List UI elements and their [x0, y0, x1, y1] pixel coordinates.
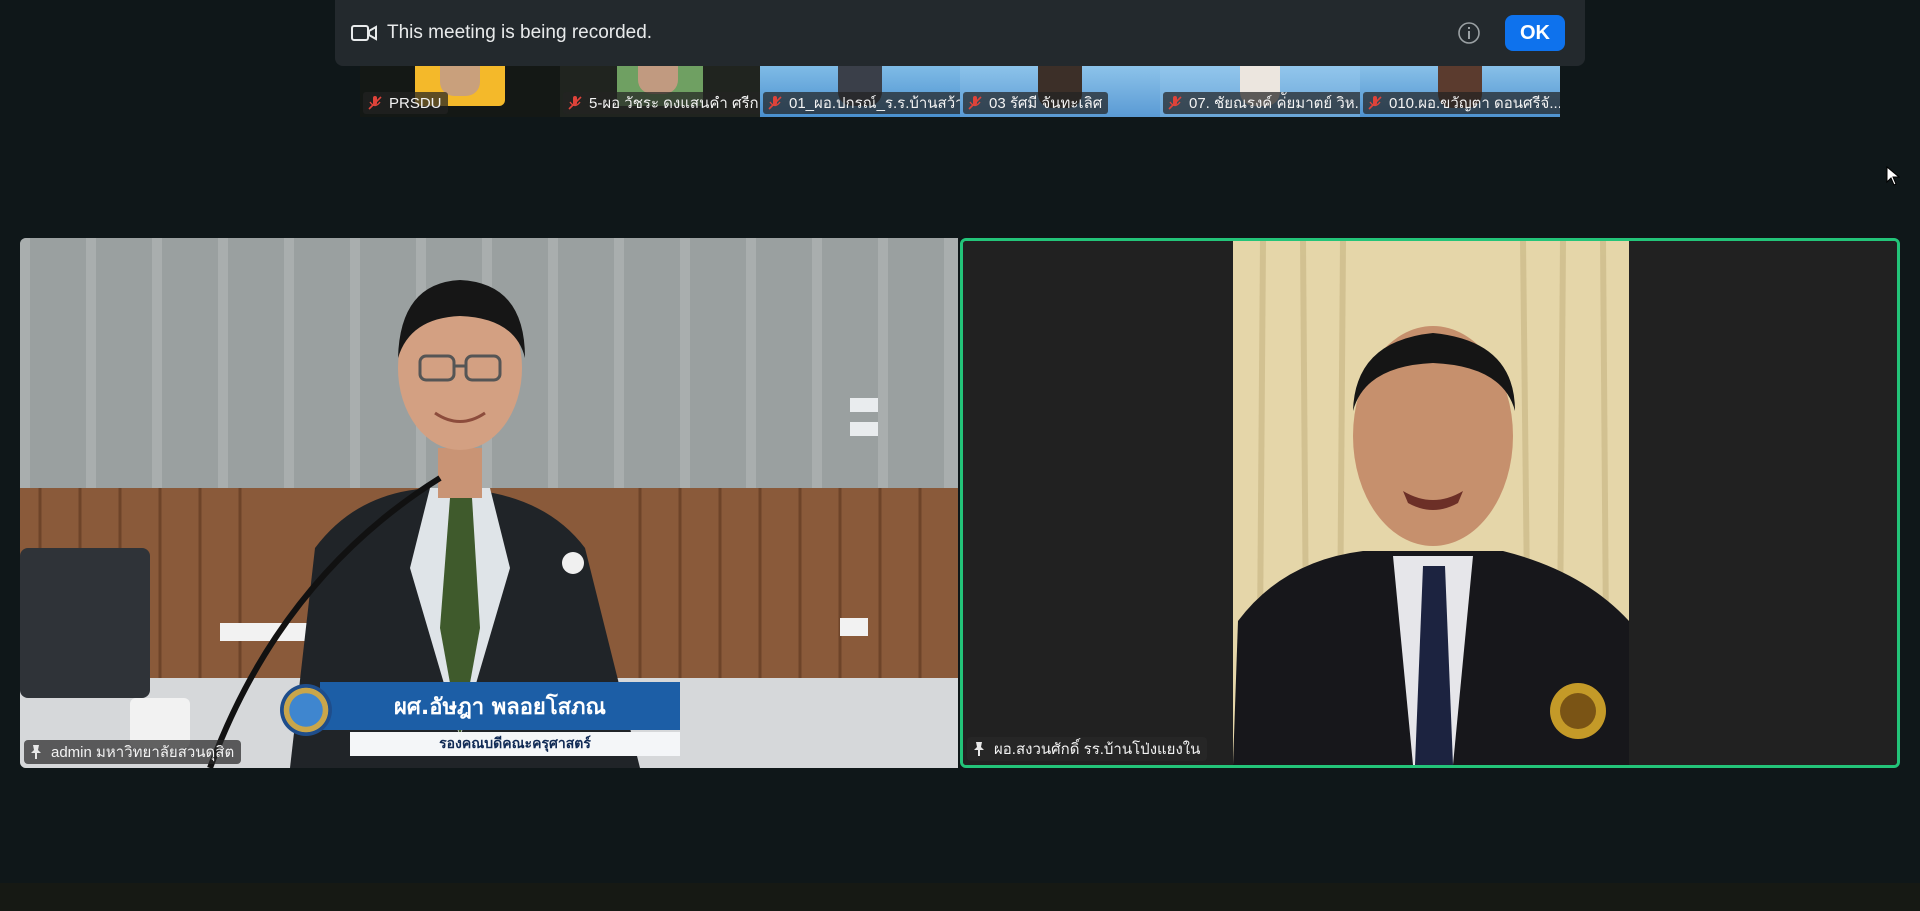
pin-icon: [31, 745, 41, 759]
muted-microphone-icon: [1168, 96, 1182, 110]
participant-thumbnail[interactable]: 010.ผอ.ขวัญตา ดอนศรีจั...: [1360, 66, 1560, 117]
participant-label: 01_ผอ.ปกรณ์_ร.ร.บ้านสว้า: [763, 92, 960, 114]
video-tile-active-speaker[interactable]: ผอ.สงวนศักดิ์ รร.บ้านโป่งแยงใน: [960, 238, 1900, 768]
recording-banner: This meeting is being recorded. OK: [335, 0, 1585, 66]
participant-label: 03 รัศมี จันทะเลิศ: [963, 92, 1109, 114]
participant-name: admin มหาวิทยาลัยสวนดุสิต: [51, 744, 235, 761]
participant-thumbnail[interactable]: 01_ผอ.ปกรณ์_ร.ร.บ้านสว้า: [760, 66, 960, 117]
lower-third-subtitle: รองคณบดีคณะครุศาสตร์: [350, 732, 680, 756]
participant-name: 07. ชัยณรงค์ ค่ัยมาตย์ วิห...: [1189, 95, 1360, 112]
participant-thumbnail[interactable]: 5-ผอ วัชระ ดงแสนคำ ศรีก...: [560, 66, 760, 117]
video-tile-left[interactable]: ผศ.อัษฎา พลอยโสภณ รองคณบดีคณะครุศาสตร์ a…: [20, 238, 958, 768]
participant-label: PRSDU: [363, 92, 448, 114]
participant-name-tag: ผอ.สงวนศักดิ์ รร.บ้านโป่งแยงใน: [967, 737, 1208, 761]
participant-name: ผอ.สงวนศักดิ์ รร.บ้านโป่งแยงใน: [994, 741, 1201, 758]
video-feed-right: [963, 241, 1897, 765]
participant-name-tag: admin มหาวิทยาลัยสวนดุสิต: [24, 740, 242, 764]
university-seal-icon: [280, 684, 332, 736]
participant-label: 5-ผอ วัชระ ดงแสนคำ ศรีก...: [563, 92, 760, 114]
participant-name: 010.ผอ.ขวัญตา ดอนศรีจั...: [1389, 95, 1560, 112]
info-icon[interactable]: [1457, 21, 1481, 45]
muted-microphone-icon: [568, 96, 582, 110]
recording-message: This meeting is being recorded.: [387, 22, 653, 43]
pin-icon: [974, 742, 984, 756]
participant-label: 07. ชัยณรงค์ ค่ัยมาตย์ วิห...: [1163, 92, 1360, 114]
participant-strip: PRSDU 5-ผอ วัชระ ดงแสนคำ ศรีก... 01_ผอ.ป…: [360, 66, 1560, 117]
lower-third-title: ผศ.อัษฎา พลอยโสภณ: [320, 682, 680, 730]
participant-thumbnail[interactable]: 03 รัศมี จันทะเลิศ: [960, 66, 1160, 117]
participant-label: 010.ผอ.ขวัญตา ดอนศรีจั...: [1363, 92, 1560, 114]
participant-name: 5-ผอ วัชระ ดงแสนคำ ศรีก...: [589, 95, 760, 112]
muted-microphone-icon: [1368, 96, 1382, 110]
participant-thumbnail[interactable]: PRSDU: [360, 66, 560, 117]
name-lower-third: ผศ.อัษฎา พลอยโสภณ รองคณบดีคณะครุศาสตร์: [260, 682, 730, 760]
muted-microphone-icon: [768, 96, 782, 110]
participant-name: 01_ผอ.ปกรณ์_ร.ร.บ้านสว้า: [789, 95, 960, 112]
muted-microphone-icon: [968, 96, 982, 110]
mouse-cursor-icon: [1886, 166, 1900, 186]
participant-name: 03 รัศมี จันทะเลิศ: [989, 95, 1103, 112]
muted-microphone-icon: [368, 96, 382, 110]
ok-button[interactable]: OK: [1505, 15, 1565, 51]
bottom-band: [0, 883, 1920, 911]
participant-thumbnail[interactable]: 07. ชัยณรงค์ ค่ัยมาตย์ วิห...: [1160, 66, 1360, 117]
video-camera-icon: [351, 25, 377, 41]
participant-name: PRSDU: [389, 94, 442, 112]
